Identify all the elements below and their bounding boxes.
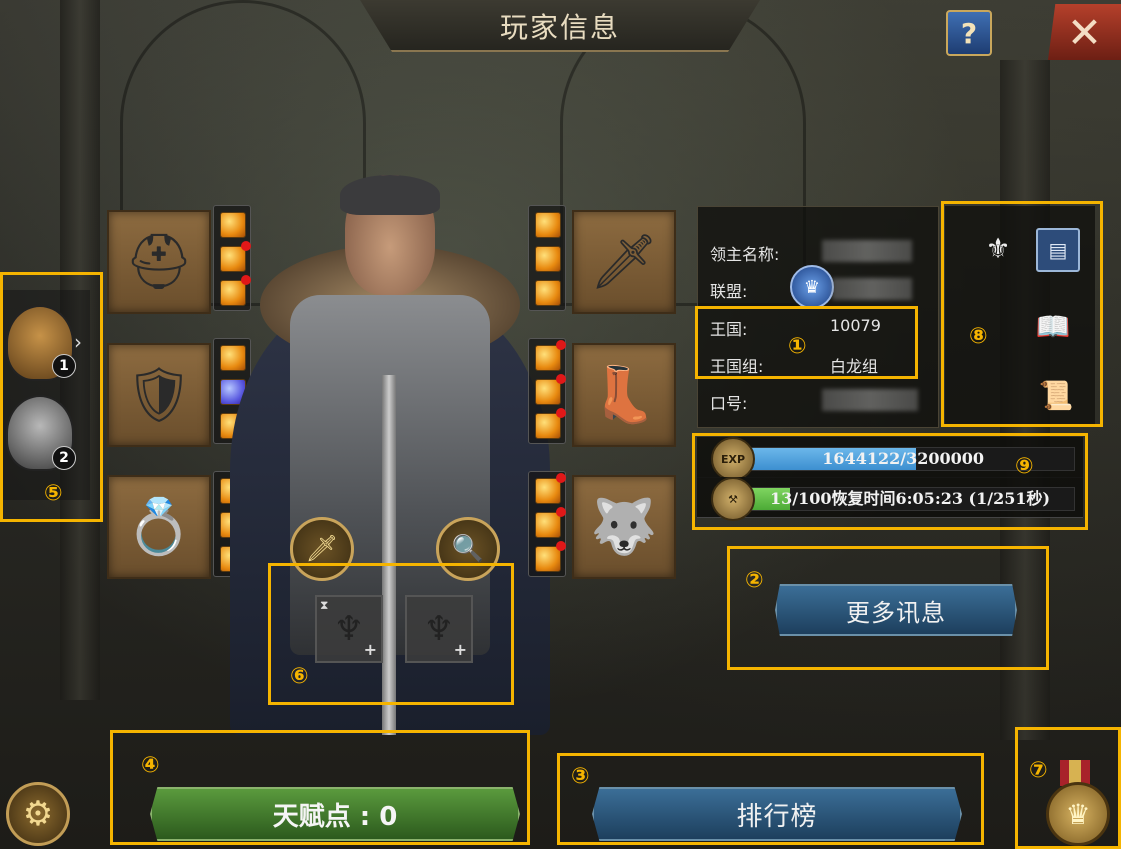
gem-icon[interactable] <box>535 473 566 504</box>
lord-name-label: 领主名称: <box>710 245 780 264</box>
alliance-emblem-icon[interactable]: ♛ <box>790 265 834 309</box>
alert-dot <box>556 340 566 350</box>
gear-icon[interactable]: ⚙ <box>6 782 70 846</box>
equipment-slot-legs[interactable]: 👢 <box>572 343 676 447</box>
lord-name-value-redacted <box>822 240 912 262</box>
alliance-value-redacted <box>832 278 912 300</box>
annotation-box-8 <box>941 201 1103 427</box>
gem-column <box>528 338 566 444</box>
gem-column <box>528 471 566 577</box>
gem-icon[interactable] <box>535 507 566 538</box>
equipment-slot-ring[interactable]: 💍 <box>107 475 211 579</box>
annotation-number: ① <box>788 334 807 359</box>
annotation-number: ⑦ <box>1029 758 1048 783</box>
amulet-icon: 🐺 <box>590 495 658 558</box>
gem-icon[interactable] <box>535 374 566 405</box>
annotation-box-4 <box>110 730 530 845</box>
alert-dot <box>556 541 566 551</box>
slogan-label: 口号: <box>710 394 748 413</box>
gem-icon[interactable] <box>535 408 566 439</box>
annotation-number: ⑧ <box>969 324 988 349</box>
annotation-box-2 <box>727 546 1049 670</box>
annotation-number: ⑥ <box>290 664 309 689</box>
gem-icon[interactable] <box>535 246 561 272</box>
gem-icon[interactable] <box>535 541 566 572</box>
equipment-slot-weapon[interactable]: 🗡 <box>572 210 676 314</box>
equipment-slot-helmet[interactable]: ⛑ <box>107 210 211 314</box>
annotation-number: ⑨ <box>1015 454 1034 479</box>
annotation-number: ③ <box>571 764 590 789</box>
help-button[interactable]: ? <box>946 10 992 56</box>
sword-icon: 🗡 <box>589 230 659 293</box>
horned-helmet-icon: ⛑ <box>124 230 194 293</box>
annotation-box-9 <box>692 433 1088 530</box>
character-hair <box>340 175 440 215</box>
page-title: 玩家信息 <box>499 11 620 44</box>
equipment-slot-amulet[interactable]: 🐺 <box>572 475 676 579</box>
slogan-value-redacted <box>822 389 918 411</box>
chest-armor-icon: 🛡 <box>124 363 194 426</box>
alert-dot <box>556 374 566 384</box>
annotation-number: ④ <box>141 753 160 778</box>
alert-dot <box>556 507 566 517</box>
alert-dot <box>556 408 566 418</box>
close-button[interactable]: ✕ <box>1048 4 1121 60</box>
gem-icon[interactable] <box>535 340 566 371</box>
alliance-label: 联盟: <box>710 282 748 301</box>
annotation-number: ⑤ <box>44 481 63 506</box>
gem-icon[interactable] <box>535 212 561 238</box>
gem-icon[interactable] <box>535 280 561 306</box>
annotation-box-7 <box>1015 727 1121 849</box>
annotation-box-3 <box>557 753 984 845</box>
ring-icon: 💍 <box>125 495 193 558</box>
annotation-number: ② <box>745 568 764 593</box>
equipment-slot-armor[interactable]: 🛡 <box>107 343 211 447</box>
greaves-icon: 👢 <box>590 363 658 426</box>
gem-column <box>528 205 566 311</box>
alert-dot <box>556 473 566 483</box>
